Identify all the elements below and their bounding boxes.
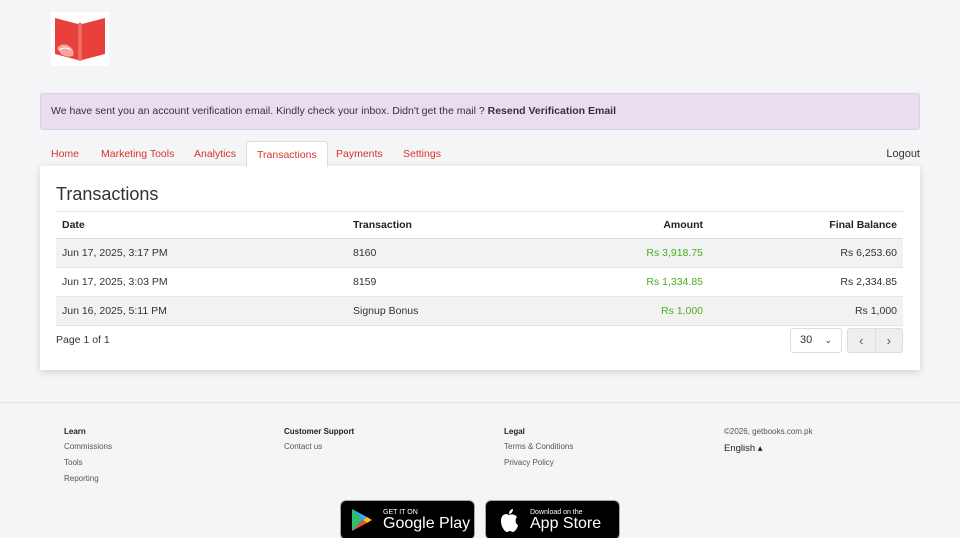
page-info: Page 1 of 1 [56, 334, 110, 346]
tab-analytics[interactable]: Analytics [184, 141, 246, 167]
row-date: Jun 16, 2025, 5:11 PM [56, 296, 347, 326]
language-selector[interactable]: English ▴ [724, 443, 813, 454]
tab-marketing-tools[interactable]: Marketing Tools [91, 141, 184, 167]
pagination-buttons: ‹ › [847, 328, 903, 353]
google-play-icon [352, 509, 372, 531]
table-row: Jun 17, 2025, 3:03 PM 8159 Rs 1,334.85 R… [56, 267, 903, 297]
footer-legal-title: Legal [504, 427, 525, 436]
table-row: Jun 17, 2025, 3:17 PM 8160 Rs 3,918.75 R… [56, 238, 903, 268]
logout-link[interactable]: Logout [886, 141, 920, 167]
row-balance: Rs 6,253.60 [709, 238, 903, 268]
footer-link-tools[interactable]: Tools [64, 458, 112, 467]
footer-link-privacy[interactable]: Privacy Policy [504, 458, 573, 467]
footer-link-reporting[interactable]: Reporting [64, 474, 112, 483]
footer-meta: ©2026, getbooks.com.pk English ▴ [724, 427, 813, 454]
tab-settings[interactable]: Settings [393, 141, 451, 167]
getbooks-logo[interactable] [49, 12, 111, 66]
col-amount: Amount [547, 211, 709, 239]
footer-support: Customer Support Contact us [284, 427, 354, 458]
google-play-badge[interactable]: GET IT ON Google Play [340, 500, 475, 538]
col-transaction: Transaction [347, 211, 547, 239]
page-title: Transactions [56, 184, 159, 204]
per-page-value: 30 [800, 334, 813, 346]
next-page-button[interactable]: › [876, 329, 903, 352]
footer-learn-title: Learn [64, 427, 86, 436]
transactions-table: Date Transaction Amount Final Balance Ju… [56, 211, 903, 326]
row-date: Jun 17, 2025, 3:17 PM [56, 238, 347, 268]
transactions-card: Transactions Date Transaction Amount Fin… [40, 166, 920, 370]
tab-home[interactable]: Home [41, 141, 89, 167]
footer-legal: Legal Terms & Conditions Privacy Policy [504, 427, 573, 474]
google-play-big: Google Play [383, 514, 471, 532]
row-amount: Rs 1,334.85 [547, 267, 709, 297]
footer-link-commissions[interactable]: Commissions [64, 442, 112, 451]
copyright: ©2026, getbooks.com.pk [724, 427, 813, 436]
row-transaction: Signup Bonus [347, 296, 547, 326]
nav-tabs: Home Marketing Tools Analytics Transacti… [40, 141, 920, 167]
col-final-balance: Final Balance [709, 211, 903, 239]
row-date: Jun 17, 2025, 3:03 PM [56, 267, 347, 297]
verification-alert: We have sent you an account verification… [40, 93, 920, 130]
resend-verification-link[interactable]: Resend Verification Email [488, 105, 616, 117]
row-transaction: 8159 [347, 267, 547, 297]
chevron-down-icon: ⌄ [824, 335, 832, 345]
alert-message: We have sent you an account verification… [51, 105, 488, 117]
per-page-select[interactable]: 30 ⌄ [790, 328, 842, 353]
row-amount: Rs 1,000 [547, 296, 709, 326]
footer: Learn Commissions Tools Reporting Custom… [0, 402, 960, 538]
table-header-row: Date Transaction Amount Final Balance [56, 211, 903, 239]
row-transaction: 8160 [347, 238, 547, 268]
row-balance: Rs 1,000 [709, 296, 903, 326]
footer-learn: Learn Commissions Tools Reporting [64, 427, 112, 490]
tab-payments[interactable]: Payments [326, 141, 393, 167]
tab-transactions[interactable]: Transactions [246, 141, 328, 167]
footer-link-terms[interactable]: Terms & Conditions [504, 442, 573, 451]
table-row: Jun 16, 2025, 5:11 PM Signup Bonus Rs 1,… [56, 296, 903, 326]
apple-icon [501, 509, 518, 532]
app-store-badge[interactable]: Download on the App Store [485, 500, 620, 538]
app-store-big: App Store [530, 514, 602, 532]
footer-support-title: Customer Support [284, 427, 355, 436]
col-date: Date [56, 211, 347, 239]
row-amount: Rs 3,918.75 [547, 238, 709, 268]
prev-page-button[interactable]: ‹ [848, 329, 876, 352]
footer-link-contact[interactable]: Contact us [284, 442, 354, 451]
row-balance: Rs 2,334.85 [709, 267, 903, 297]
